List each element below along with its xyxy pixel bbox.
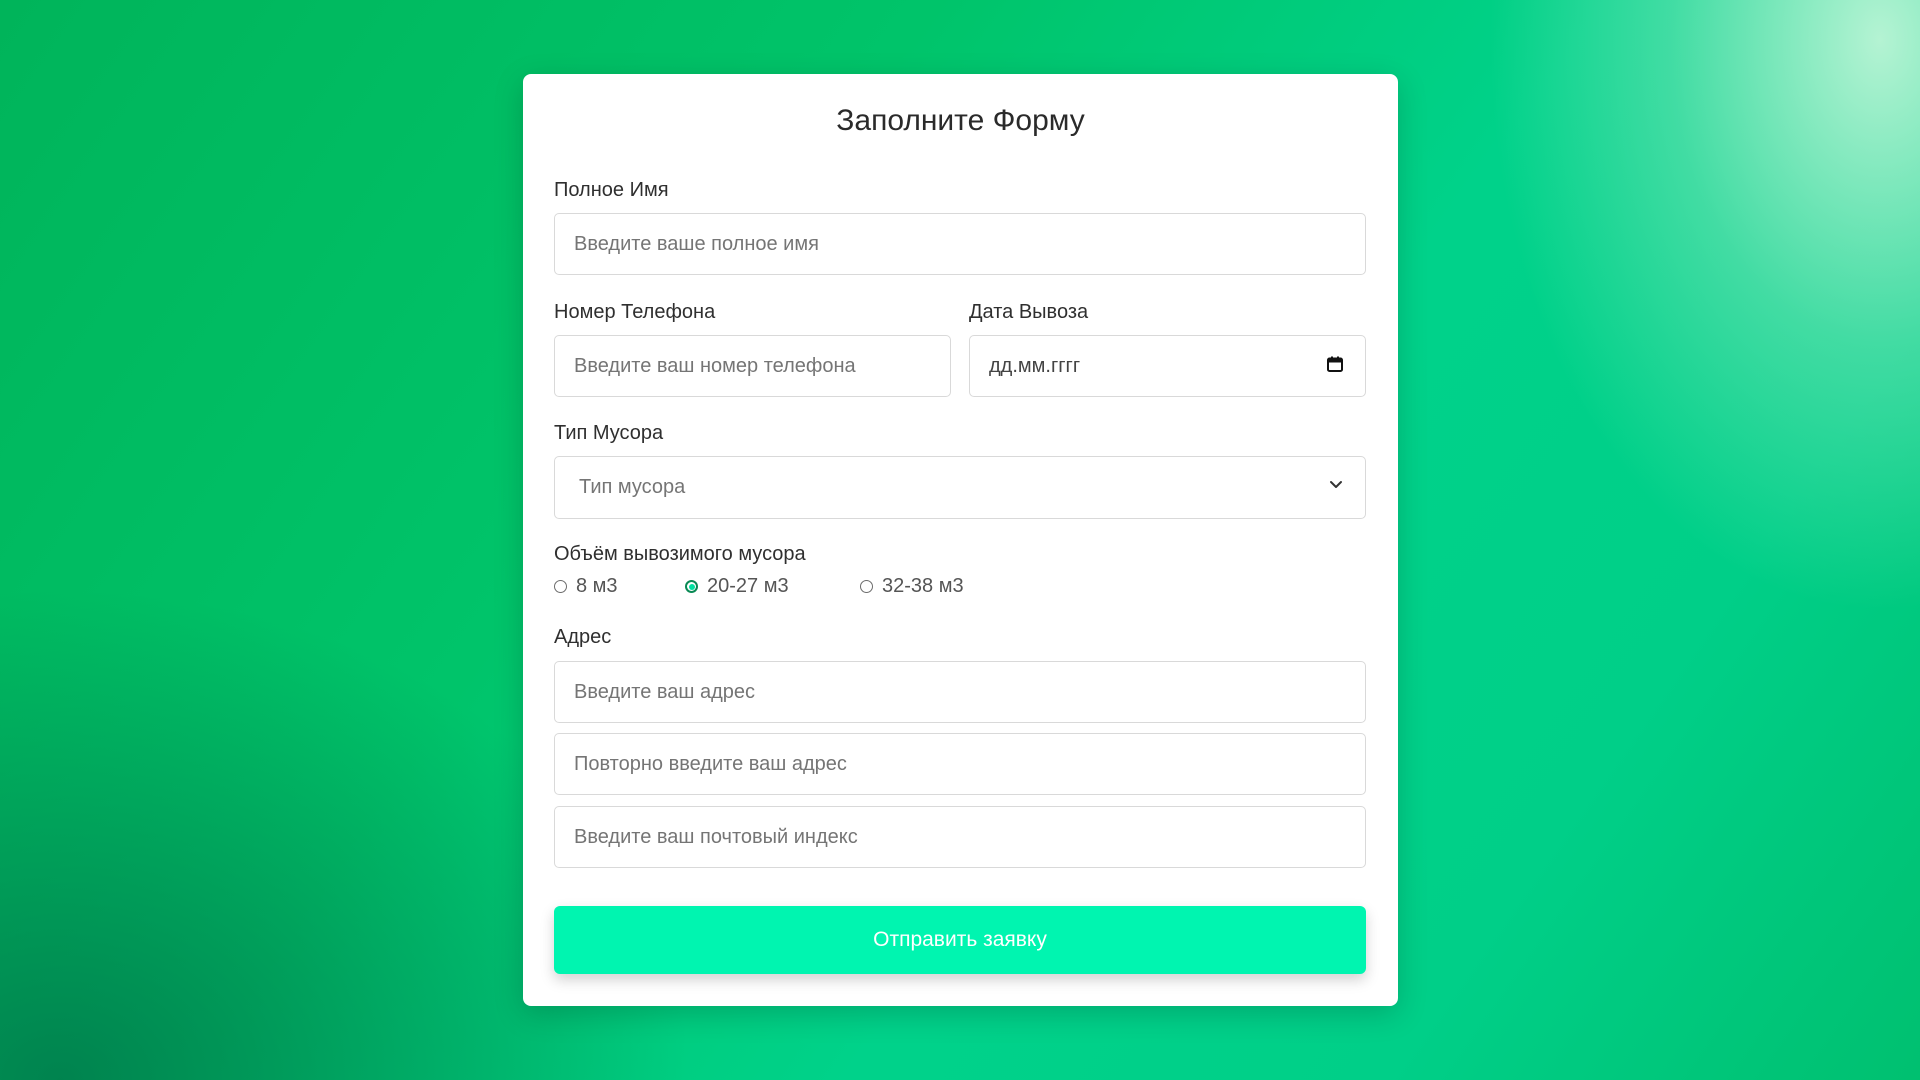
radio-button-checked[interactable] [685, 580, 698, 593]
form-title: Заполните Форму [836, 104, 1085, 137]
volume-option-20-27[interactable]: 20-27 м3 [685, 575, 789, 598]
postal-code-placeholder: Введите ваш почтовый индекс [574, 825, 858, 848]
submit-button[interactable]: Отправить заявку [554, 906, 1366, 974]
pickup-date-placeholder: дд.мм.гггг [989, 354, 1081, 377]
pickup-date-label: Дата Вывоза [969, 301, 1089, 323]
full-name-placeholder: Введите ваше полное имя [574, 232, 819, 255]
postal-code-input[interactable]: Введите ваш почтовый индекс [554, 806, 1366, 868]
form-card: Заполните Форму Полное Имя Введите ваше … [523, 74, 1398, 1006]
address-input[interactable]: Введите ваш адрес [554, 661, 1366, 723]
address-repeat-placeholder: Повторно введите ваш адрес [574, 752, 847, 775]
address-placeholder: Введите ваш адрес [574, 680, 756, 703]
radio-button[interactable] [554, 580, 567, 593]
volume-option-32-38[interactable]: 32-38 м3 [860, 575, 964, 598]
waste-type-select[interactable]: Тип мусора [554, 456, 1366, 519]
volume-option-label: 20-27 м3 [707, 575, 789, 597]
phone-placeholder: Введите ваш номер телефона [574, 354, 856, 377]
waste-type-selected: Тип мусора [579, 476, 686, 498]
phone-input[interactable]: Введите ваш номер телефона [554, 335, 951, 397]
chevron-down-icon [1330, 481, 1342, 488]
full-name-label: Полное Имя [554, 179, 669, 201]
volume-option-label: 32-38 м3 [882, 575, 964, 597]
full-name-input[interactable]: Введите ваше полное имя [554, 213, 1366, 275]
pickup-date-input[interactable]: дд.мм.гггг [969, 335, 1366, 397]
radio-button[interactable] [860, 580, 873, 593]
volume-option-8[interactable]: 8 м3 [554, 575, 618, 598]
volume-label: Объём вывозимого мусора [554, 543, 806, 565]
calendar-icon[interactable] [1327, 356, 1343, 372]
phone-label: Номер Телефона [554, 301, 716, 323]
volume-option-label: 8 м3 [576, 575, 618, 597]
waste-type-label: Тип Мусора [554, 422, 664, 444]
address-label: Адрес [554, 626, 612, 648]
address-repeat-input[interactable]: Повторно введите ваш адрес [554, 733, 1366, 795]
